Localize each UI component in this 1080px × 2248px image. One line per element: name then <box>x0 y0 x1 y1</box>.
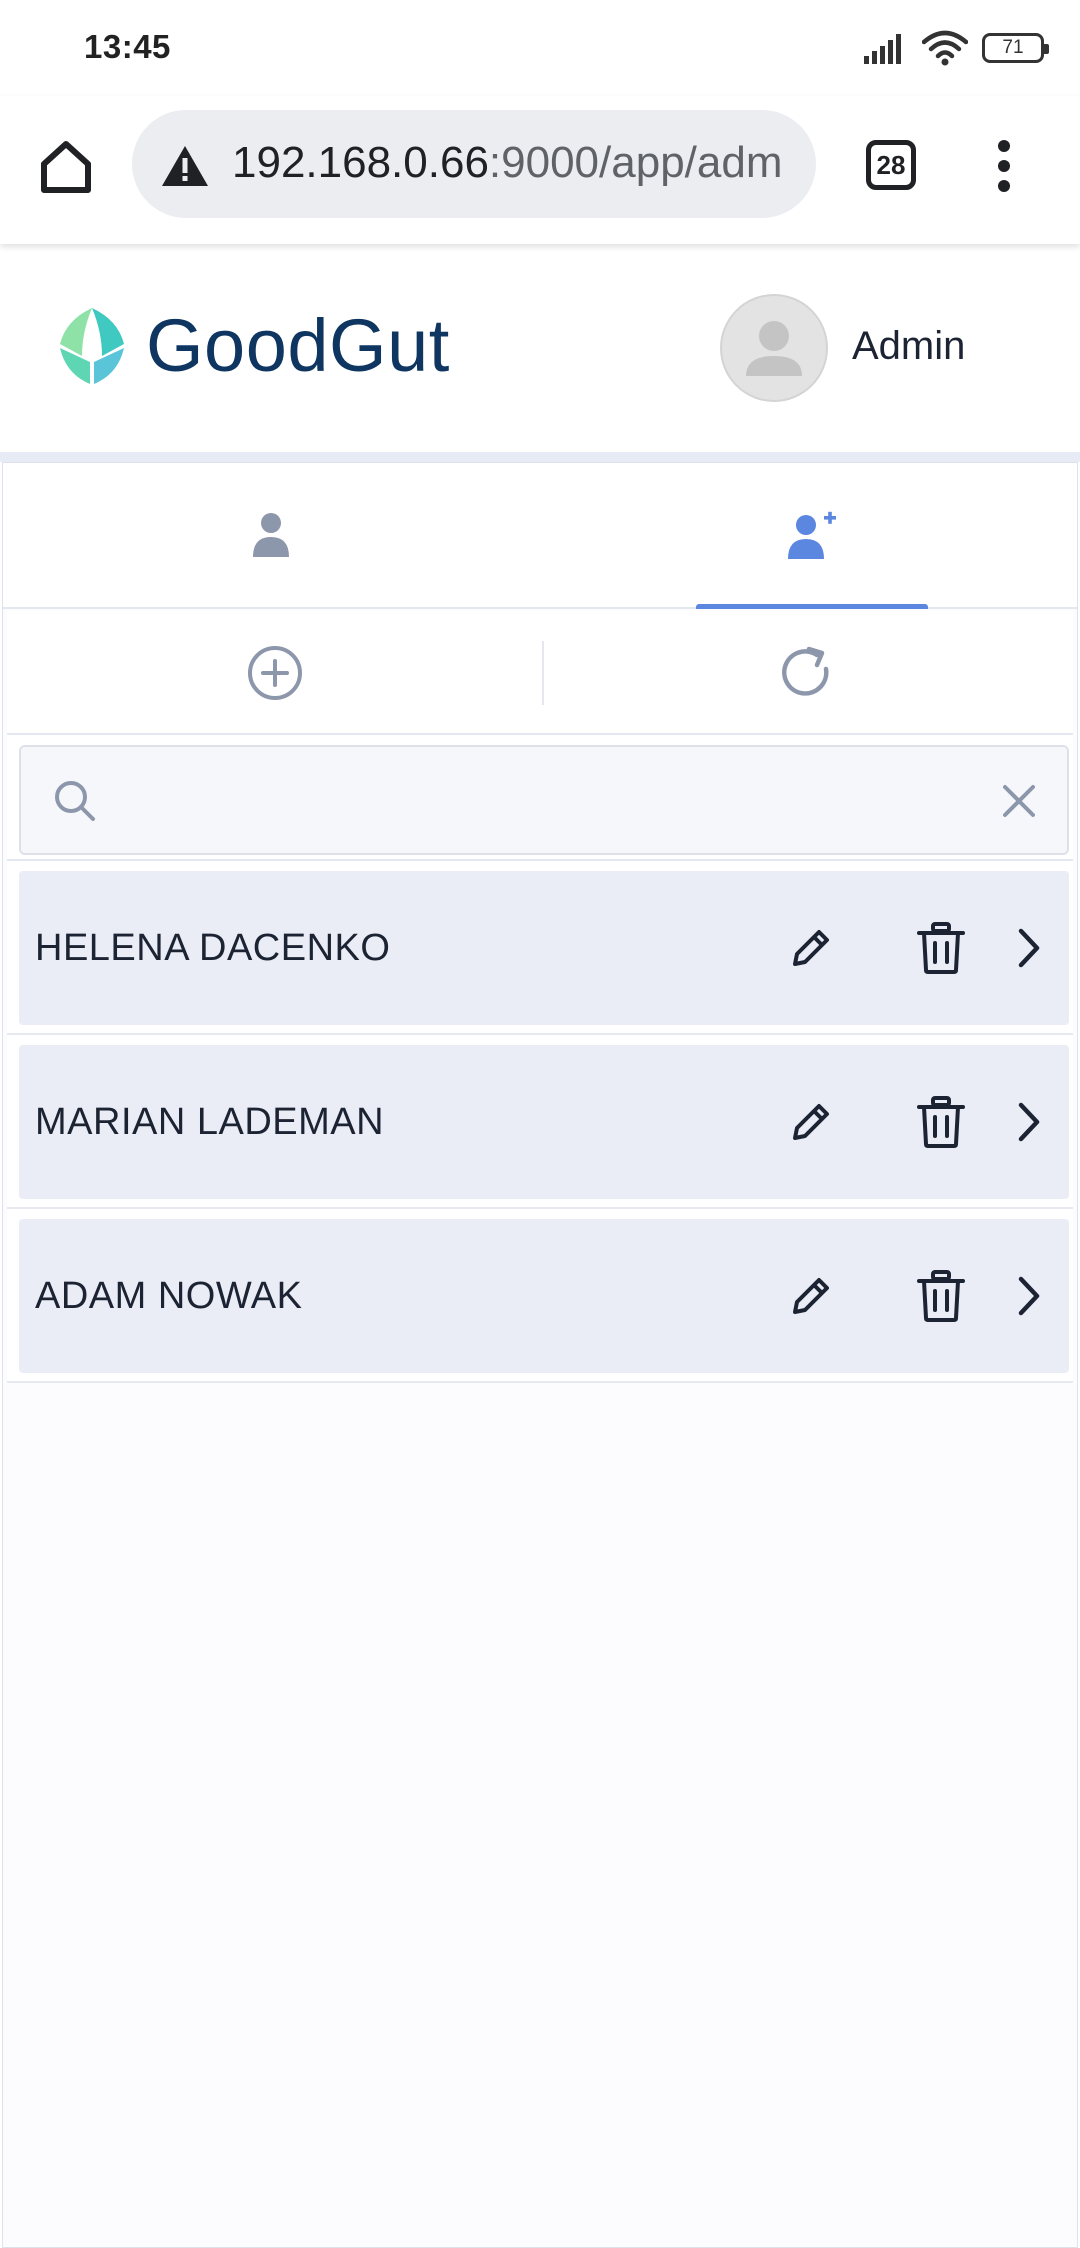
brand-name: GoodGut <box>146 304 450 387</box>
url-text[interactable]: 192.168.0.66:9000/app/adm <box>232 138 812 188</box>
address-bar[interactable]: 192.168.0.66:9000/app/adm <box>132 110 816 218</box>
home-icon[interactable] <box>36 136 96 196</box>
status-bar: 13:45 71 <box>0 0 1080 96</box>
avatar-person-icon <box>746 321 802 376</box>
trash-icon[interactable] <box>915 1269 967 1323</box>
tab-switcher-button[interactable]: 28 <box>866 140 916 190</box>
list-item: HELENA DACENKO <box>7 861 1073 1035</box>
pencil-icon[interactable] <box>787 1272 835 1320</box>
app-header: GoodGut Admin <box>0 244 1080 454</box>
user-plus-icon <box>788 511 836 559</box>
main-panel: HELENA DACENKO MARIAN LADEMAN ADAM NOWAK <box>2 462 1078 2248</box>
active-tab-indicator <box>696 604 928 609</box>
wifi-icon <box>922 30 968 66</box>
header-divider <box>0 452 1080 462</box>
url-host: 192.168.0.66 <box>232 138 489 187</box>
browser-toolbar: 192.168.0.66:9000/app/adm 28 <box>0 96 1080 244</box>
status-time: 13:45 <box>84 28 171 65</box>
tab-count: 28 <box>876 149 906 180</box>
signal-icon <box>864 34 901 64</box>
user-name-label: HELENA DACENKO <box>35 927 391 969</box>
more-menu-icon[interactable] <box>984 136 1024 196</box>
list-item: MARIAN LADEMAN <box>7 1035 1073 1209</box>
chevron-right-icon[interactable] <box>1009 1273 1049 1319</box>
goodgut-logo-icon <box>60 308 124 384</box>
tab-bar <box>3 463 1077 609</box>
tab-users[interactable] <box>3 463 540 607</box>
search-section <box>7 735 1073 861</box>
user-row[interactable]: MARIAN LADEMAN <box>19 1045 1069 1199</box>
user-icon <box>253 513 289 557</box>
user-name[interactable]: Admin <box>852 324 965 369</box>
user-row[interactable]: ADAM NOWAK <box>19 1219 1069 1373</box>
trash-icon[interactable] <box>915 1095 967 1149</box>
chevron-right-icon[interactable] <box>1009 1099 1049 1145</box>
search-icon <box>55 781 95 821</box>
status-icons: 71 <box>864 28 1049 68</box>
trash-icon[interactable] <box>915 921 967 975</box>
tab-add-users[interactable] <box>540 463 1077 609</box>
user-name-label: MARIAN LADEMAN <box>35 1101 385 1143</box>
add-user-button[interactable] <box>7 611 540 733</box>
user-list: HELENA DACENKO MARIAN LADEMAN ADAM NOWAK <box>7 861 1073 1383</box>
battery-indicator: 71 <box>982 33 1049 63</box>
battery-level: 71 <box>1002 37 1024 58</box>
refresh-button[interactable] <box>540 611 1073 733</box>
search-box[interactable] <box>19 745 1069 855</box>
pencil-icon[interactable] <box>787 924 835 972</box>
refresh-icon <box>782 646 829 696</box>
action-bar <box>7 611 1073 735</box>
close-icon[interactable] <box>1001 783 1037 819</box>
chevron-right-icon[interactable] <box>1009 925 1049 971</box>
list-item: ADAM NOWAK <box>7 1209 1073 1383</box>
pencil-icon[interactable] <box>787 1098 835 1146</box>
plus-circle-icon <box>248 646 302 700</box>
url-path: :9000/app/adm <box>488 138 783 187</box>
avatar[interactable] <box>720 294 828 402</box>
user-row[interactable]: HELENA DACENKO <box>19 871 1069 1025</box>
user-name-label: ADAM NOWAK <box>35 1275 303 1317</box>
search-input[interactable] <box>117 765 981 837</box>
warning-icon[interactable] <box>160 144 210 188</box>
